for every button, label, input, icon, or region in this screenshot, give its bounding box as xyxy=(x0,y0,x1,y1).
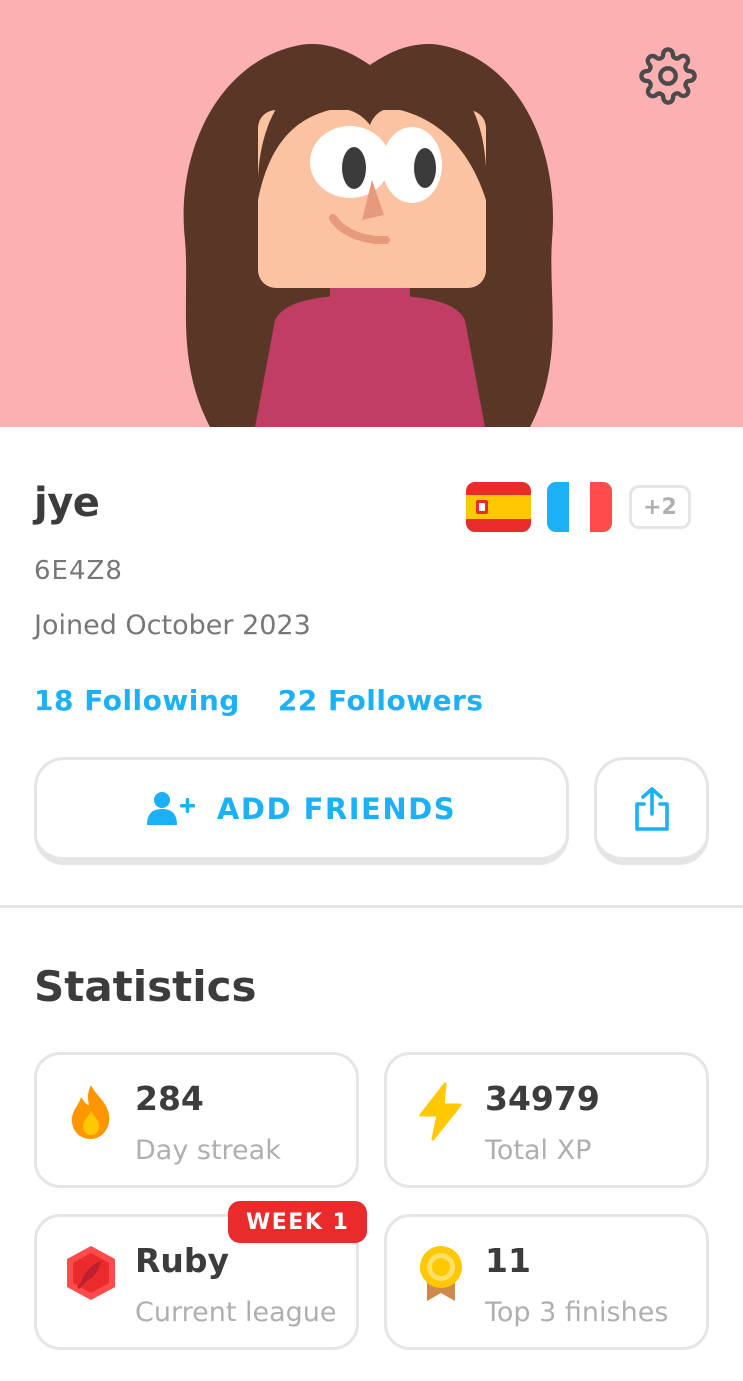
profile-username: jye xyxy=(34,480,100,526)
add-person-icon xyxy=(146,791,195,825)
stat-card-day-streak[interactable]: 284 Day streak xyxy=(34,1052,359,1188)
add-friends-label: ADD FRIENDS xyxy=(216,791,457,826)
following-link[interactable]: 18 Following xyxy=(34,684,240,717)
stat-caption: Current league xyxy=(135,1297,337,1328)
medal-icon xyxy=(420,1246,462,1301)
week-badge: WEEK 1 xyxy=(228,1201,368,1243)
spain-flag-icon[interactable] xyxy=(466,482,531,532)
share-profile-button[interactable] xyxy=(594,757,709,865)
stat-caption: Total XP xyxy=(485,1135,592,1166)
ruby-league-icon xyxy=(67,1246,115,1300)
section-divider xyxy=(0,905,743,908)
share-icon xyxy=(634,786,669,831)
stat-card-top3-finishes[interactable]: 11 Top 3 finishes xyxy=(384,1214,709,1350)
stat-caption: Day streak xyxy=(135,1135,281,1166)
statistics-title: Statistics xyxy=(34,962,257,1011)
france-flag-icon[interactable] xyxy=(547,482,612,532)
lightning-icon xyxy=(419,1082,462,1141)
joined-date: Joined October 2023 xyxy=(34,610,311,641)
stat-value: 11 xyxy=(485,1241,531,1280)
avatar-illustration xyxy=(183,44,553,427)
gear-icon xyxy=(639,47,697,105)
social-counts: 18 Following 22 Followers xyxy=(34,684,484,717)
add-friends-button[interactable]: ADD FRIENDS xyxy=(34,757,569,865)
settings-button[interactable] xyxy=(636,44,700,108)
course-flags[interactable]: +2 xyxy=(466,482,691,532)
user-code: 6E4Z8 xyxy=(34,556,123,586)
stat-value: Ruby xyxy=(135,1241,230,1280)
stat-value: 284 xyxy=(135,1079,204,1118)
profile-avatar-banner xyxy=(0,0,743,427)
stat-caption: Top 3 finishes xyxy=(485,1297,669,1328)
stat-value: 34979 xyxy=(485,1079,600,1118)
flame-icon xyxy=(71,1085,110,1139)
followers-link[interactable]: 22 Followers xyxy=(278,684,484,717)
stat-card-total-xp[interactable]: 34979 Total XP xyxy=(384,1052,709,1188)
more-courses-badge[interactable]: +2 xyxy=(629,485,691,529)
